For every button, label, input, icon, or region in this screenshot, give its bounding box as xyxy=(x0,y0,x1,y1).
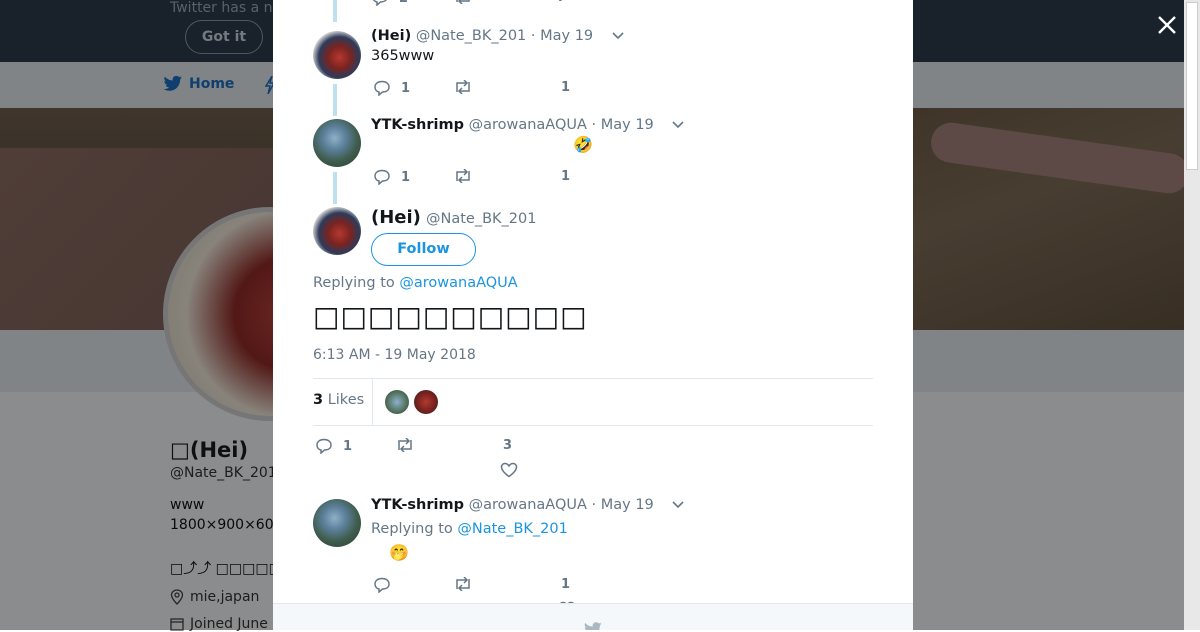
tweet-text: 365www xyxy=(371,48,435,64)
reply-count: 2 xyxy=(399,0,408,6)
tweet-text: 🤭 xyxy=(389,543,409,562)
divider xyxy=(313,425,873,426)
like-count: 7 xyxy=(557,0,566,5)
tweet-author-handle[interactable]: @Nate_BK_201 xyxy=(416,28,526,44)
replying-to-link[interactable]: @arowanaAQUA xyxy=(399,275,517,291)
retweet-icon[interactable] xyxy=(453,0,473,4)
avatar[interactable] xyxy=(313,31,361,79)
reply-count: 1 xyxy=(401,169,411,185)
close-icon[interactable] xyxy=(1155,13,1179,37)
twitter-bird-icon xyxy=(584,622,602,630)
replying-to: Replying to @Nate_BK_201 xyxy=(371,521,568,537)
like-count: 1 xyxy=(561,169,571,184)
avatar[interactable] xyxy=(313,499,361,547)
replying-to: Replying to @arowanaAQUA xyxy=(313,275,518,291)
retweet-icon[interactable] xyxy=(453,577,473,591)
replying-to-prefix: Replying to xyxy=(313,275,395,291)
likes-label: Likes xyxy=(327,392,365,408)
likes-summary[interactable]: 3 Likes xyxy=(313,392,364,408)
retweet-icon[interactable] xyxy=(453,169,473,183)
reply-icon[interactable] xyxy=(373,80,391,96)
main-tweet-timestamp[interactable]: 6:13 AM - 19 May 2018 xyxy=(313,347,476,363)
reply-icon[interactable] xyxy=(315,438,333,454)
reply-count: 1 xyxy=(401,80,411,96)
chevron-down-icon[interactable] xyxy=(672,121,684,129)
tweet-author-name[interactable]: (Hei) xyxy=(371,28,411,44)
retweet-icon[interactable] xyxy=(453,80,473,94)
divider xyxy=(372,379,373,425)
tweet-text: 🤣 xyxy=(573,135,593,154)
tweet-author-name[interactable]: YTK-shrimp xyxy=(371,117,464,133)
tweet[interactable]: YTK-shrimp @arowanaAQUA · May 19 🤣 1 1 xyxy=(313,117,873,197)
avatar[interactable] xyxy=(313,207,361,255)
tweet-author-name[interactable]: YTK-shrimp xyxy=(371,497,464,513)
main-tweet-actions: 1 3 xyxy=(313,438,613,482)
replying-to-prefix: Replying to xyxy=(371,521,453,537)
liker-avatar[interactable] xyxy=(414,390,438,414)
reply-icon[interactable] xyxy=(371,0,389,6)
avatar[interactable] xyxy=(313,119,361,167)
reply-icon[interactable] xyxy=(373,169,391,185)
tweet-author-handle[interactable]: @arowanaAQUA xyxy=(469,497,587,513)
like-count: 1 xyxy=(561,577,571,592)
tweet[interactable]: (Hei) @Nate_BK_201 · May 19 365www 1 1 xyxy=(313,28,873,108)
tweet-date[interactable]: · May 19 xyxy=(592,117,654,133)
chevron-down-icon[interactable] xyxy=(612,32,624,40)
scrollbar-thumb[interactable] xyxy=(1186,2,1198,170)
main-tweet-author-handle[interactable]: @Nate_BK_201 xyxy=(426,211,536,227)
like-count: 3 xyxy=(503,438,513,453)
retweet-icon[interactable] xyxy=(395,438,415,452)
replying-to-link[interactable]: @Nate_BK_201 xyxy=(457,521,567,537)
tweet-modal: 2 7 (Hei) @Nate_BK_201 · May 19 365www 1 xyxy=(273,0,913,630)
tweet-date[interactable]: · May 19 xyxy=(531,28,593,44)
tweet-author-handle[interactable]: @arowanaAQUA xyxy=(469,117,587,133)
divider xyxy=(313,378,873,379)
reply-icon[interactable] xyxy=(373,577,391,593)
liker-avatar[interactable] xyxy=(385,390,409,414)
main-tweet-author-name[interactable]: (Hei) xyxy=(371,207,421,228)
tweet-date[interactable]: · May 19 xyxy=(592,497,654,513)
main-tweet-text: □□□□□□□□□□ xyxy=(313,300,588,333)
tweet[interactable]: YTK-shrimp @arowanaAQUA · May 19 Replyin… xyxy=(313,497,873,607)
modal-footer xyxy=(273,603,913,630)
heart-icon[interactable] xyxy=(500,462,518,478)
like-count: 1 xyxy=(561,80,571,95)
reply-count: 1 xyxy=(343,438,353,454)
thread-line xyxy=(333,0,337,22)
likes-count: 3 xyxy=(313,392,324,408)
chevron-down-icon[interactable] xyxy=(672,501,684,509)
follow-button[interactable]: Follow xyxy=(371,233,476,266)
